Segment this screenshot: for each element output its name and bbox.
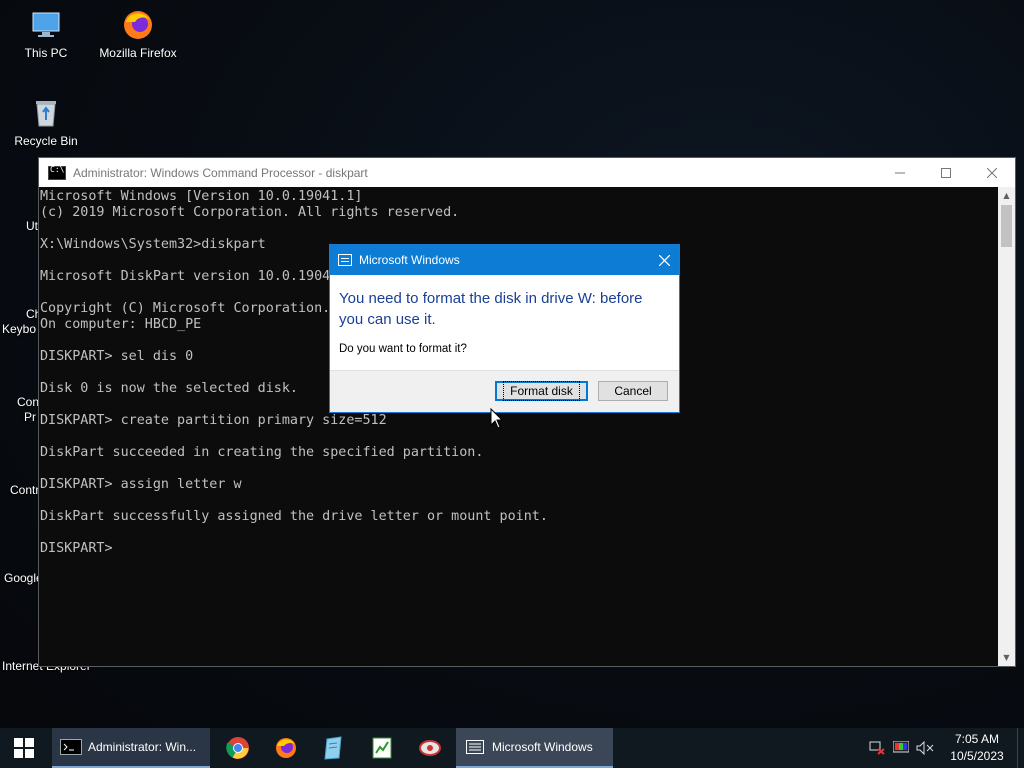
desktop-partial-label: Ut (26, 219, 38, 233)
show-desktop-button[interactable] (1017, 728, 1024, 768)
desktop-partial-label: Con (17, 395, 40, 409)
tray-display[interactable] (889, 728, 913, 768)
network-tool-icon (419, 740, 441, 756)
console-line: DiskPart succeeded in creating the speci… (40, 445, 484, 460)
minimize-icon (895, 172, 905, 173)
window-app-icon (338, 254, 352, 266)
dialog-close-button[interactable] (649, 251, 679, 270)
dialog-question: Do you want to format it? (339, 343, 467, 355)
close-icon (987, 167, 997, 178)
format-disk-button[interactable]: Format disk (495, 381, 588, 401)
desktop-partial-label: Google (4, 571, 43, 585)
mouse-cursor-icon (490, 408, 504, 429)
desktop-icon-label: Mozilla Firefox (99, 46, 177, 60)
cmd-window-title: Administrator: Windows Command Processor… (73, 165, 368, 180)
desktop-icon-label: This PC (24, 46, 68, 60)
cmd-icon (60, 739, 82, 755)
cmd-titlebar[interactable]: C:\ Administrator: Windows Command Proce… (39, 158, 1015, 187)
network-disconnected-icon (869, 741, 885, 755)
vertical-scrollbar[interactable]: ▲ ▼ (998, 187, 1015, 666)
dialog-title: Microsoft Windows (359, 253, 460, 267)
desktop-partial-label: Keybo (2, 322, 37, 336)
maximize-button[interactable] (923, 158, 969, 187)
scroll-up-icon[interactable]: ▲ (998, 187, 1015, 204)
format-disk-label: Format disk (503, 381, 580, 401)
tray-network[interactable] (865, 728, 889, 768)
clock-date: 10/5/2023 (950, 749, 1004, 763)
desktop-icon-firefox[interactable]: Mozilla Firefox (98, 8, 178, 60)
taskbar-app-label: Microsoft Windows (492, 740, 593, 754)
notepad-icon (324, 736, 342, 760)
cmd-app-icon: C:\ (48, 165, 66, 180)
console-line: (c) 2019 Microsoft Corporation. All righ… (40, 205, 460, 220)
minimize-button[interactable] (877, 158, 923, 187)
taskbar-network-tool[interactable] (406, 728, 454, 768)
dialog-titlebar[interactable]: Microsoft Windows (330, 245, 679, 275)
cancel-button[interactable]: Cancel (598, 381, 668, 401)
spreadsheet-icon (372, 737, 392, 759)
clock-time: 7:05 AM (954, 732, 1000, 746)
close-button[interactable] (969, 158, 1015, 187)
taskbar-spreadsheet[interactable] (358, 728, 406, 768)
computer-icon (29, 8, 63, 42)
taskbar-firefox[interactable] (262, 728, 310, 768)
display-settings-icon (893, 741, 909, 753)
desktop-partial-label: Contr (10, 483, 40, 497)
taskbar-chrome[interactable] (214, 728, 262, 768)
desktop-partial-label: Pr (24, 410, 36, 424)
firefox-icon (276, 738, 296, 758)
taskbar: Administrator: Win... Microsoft Windows … (0, 728, 1024, 768)
console-line: DiskPart successfully assigned the drive… (40, 509, 548, 524)
taskbar-notepad[interactable] (310, 728, 358, 768)
window-app-icon (466, 740, 484, 754)
console-line: Microsoft Windows [Version 10.0.19041.1] (40, 189, 363, 204)
windows-logo-icon (14, 738, 34, 758)
start-button[interactable] (0, 728, 48, 768)
taskbar-app-cmd[interactable]: Administrator: Win... (52, 728, 210, 768)
scrollbar-thumb[interactable] (1001, 205, 1012, 247)
console-line: DISKPART> create partition primary size=… (40, 413, 387, 428)
console-line: DISKPART> assign letter w (40, 477, 242, 492)
dialog-footer: Format disk Cancel (330, 370, 679, 412)
desktop-icon-recycle-bin[interactable]: Recycle Bin (6, 96, 86, 148)
close-icon (658, 254, 670, 266)
recycle-bin-icon (29, 96, 63, 130)
desktop-icon-label: Recycle Bin (14, 134, 78, 148)
chrome-icon (226, 737, 249, 759)
tray-volume[interactable] (913, 728, 937, 768)
firefox-icon (121, 8, 155, 42)
taskbar-app-label: Administrator: Win... (88, 740, 197, 754)
dialog-heading: You need to format the disk in drive W: … (339, 290, 643, 328)
volume-muted-icon (916, 741, 934, 755)
taskbar-clock[interactable]: 7:05 AM 10/5/2023 (937, 731, 1017, 765)
taskbar-app-dialog[interactable]: Microsoft Windows (456, 728, 613, 768)
system-tray: 7:05 AM 10/5/2023 (865, 728, 1024, 768)
scroll-down-icon[interactable]: ▼ (998, 649, 1015, 666)
cancel-label: Cancel (614, 384, 652, 398)
format-dialog[interactable]: Microsoft Windows You need to format the… (329, 244, 680, 413)
console-line: DISKPART> (40, 541, 121, 556)
maximize-icon (941, 167, 951, 178)
desktop-icon-this-pc[interactable]: This PC (6, 8, 86, 60)
